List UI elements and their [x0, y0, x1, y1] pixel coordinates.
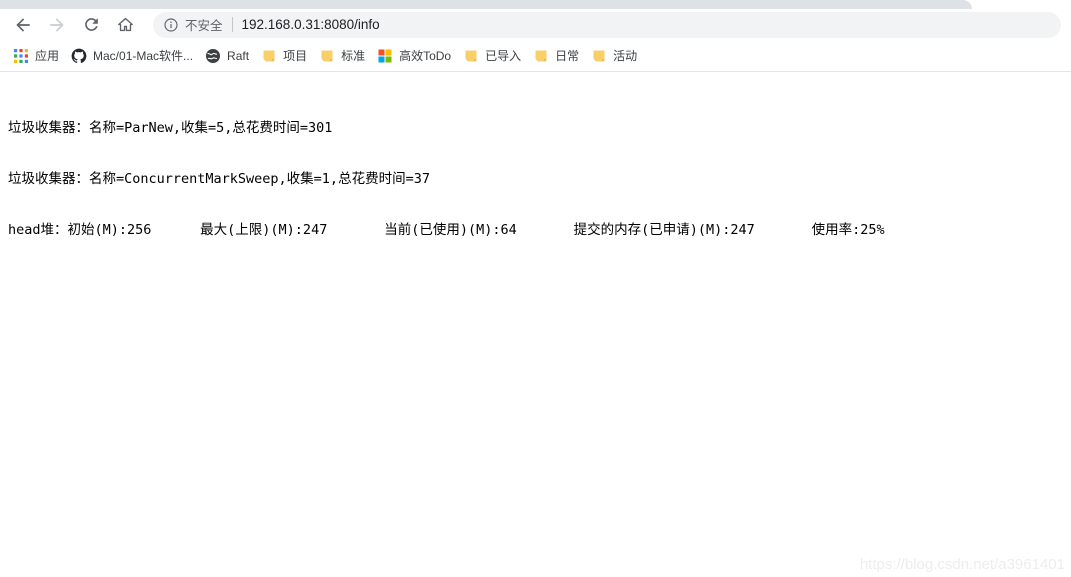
bookmark-label: 活动 [613, 49, 638, 63]
back-button[interactable] [9, 11, 37, 39]
folder-icon [321, 50, 333, 61]
bookmark-mac-software[interactable]: Mac/01-Mac软件... [65, 45, 199, 67]
folder-icon [263, 50, 275, 61]
bookmark-todo[interactable]: 高效ToDo [371, 45, 457, 67]
bookmark-raft[interactable]: Raft [199, 45, 255, 67]
reload-icon [84, 18, 98, 31]
home-icon [117, 17, 133, 32]
info-circle-icon[interactable] [163, 17, 179, 33]
back-arrow-icon [16, 17, 30, 32]
bookmark-label: 高效ToDo [399, 49, 452, 63]
page-viewport: 垃圾收集器：名称=ParNew,收集=5,总花费时间=301 垃圾收集器：名称=… [0, 72, 1071, 577]
url-text: 192.168.0.31:8080/info [241, 17, 380, 32]
tab-strip [0, 0, 1071, 9]
bookmark-label: 应用 [35, 49, 60, 63]
browser-window: 不安全 192.168.0.31:8080/info 应用 Mac/01-Mac… [0, 0, 1071, 577]
reload-button[interactable] [77, 11, 105, 39]
bookmark-label: 标准 [341, 49, 366, 63]
globe-dark-icon [206, 48, 221, 63]
bookmark-folder-activity[interactable]: 活动 [585, 45, 643, 67]
folder-icon [465, 50, 477, 61]
bookmark-folder-imported[interactable]: 已导入 [457, 45, 527, 67]
browser-toolbar: 不安全 192.168.0.31:8080/info [0, 9, 1071, 40]
github-icon [71, 48, 87, 63]
folder-icon [593, 50, 605, 61]
bookmark-label: Raft [227, 48, 250, 63]
home-button[interactable] [111, 11, 139, 39]
forward-arrow-icon [50, 17, 64, 32]
heap-line: head堆：初始(M):256 最大(上限)(M):247 当前(已使用)(M)… [8, 222, 885, 238]
bookmark-apps[interactable]: 应用 [7, 45, 65, 67]
omnibox-divider [231, 17, 233, 32]
bookmark-label: 项目 [283, 49, 308, 63]
bookmark-folder-daily[interactable]: 日常 [527, 45, 585, 67]
bookmark-label: 日常 [555, 49, 580, 63]
security-status-label: 不安全 [185, 19, 223, 33]
bookmarks-bar: 应用 Mac/01-Mac软件... Raft 项目 标准 高效ToDo 已导入… [0, 40, 1071, 71]
tab-strip-background [0, 0, 972, 9]
address-bar[interactable]: 不安全 192.168.0.31:8080/info [153, 11, 1061, 38]
gc-line-parnew: 垃圾收集器：名称=ParNew,收集=5,总花费时间=301 [8, 120, 333, 136]
bookmark-label: 已导入 [485, 49, 522, 63]
bookmark-folder-project[interactable]: 项目 [255, 45, 313, 67]
watermark: https://blog.csdn.net/a3961401 [859, 556, 1065, 573]
jvm-info-output: 垃圾收集器：名称=ParNew,收集=5,总花费时间=301 垃圾收集器：名称=… [8, 86, 885, 273]
apps-grid-icon [14, 48, 28, 63]
folder-icon [535, 50, 547, 61]
gc-line-cms: 垃圾收集器：名称=ConcurrentMarkSweep,收集=1,总花费时间=… [8, 171, 430, 187]
forward-button[interactable] [43, 11, 71, 39]
bookmark-folder-standard[interactable]: 标准 [313, 45, 371, 67]
microsoft-logo-icon [378, 49, 392, 62]
bookmark-label: Mac/01-Mac软件... [93, 49, 194, 63]
